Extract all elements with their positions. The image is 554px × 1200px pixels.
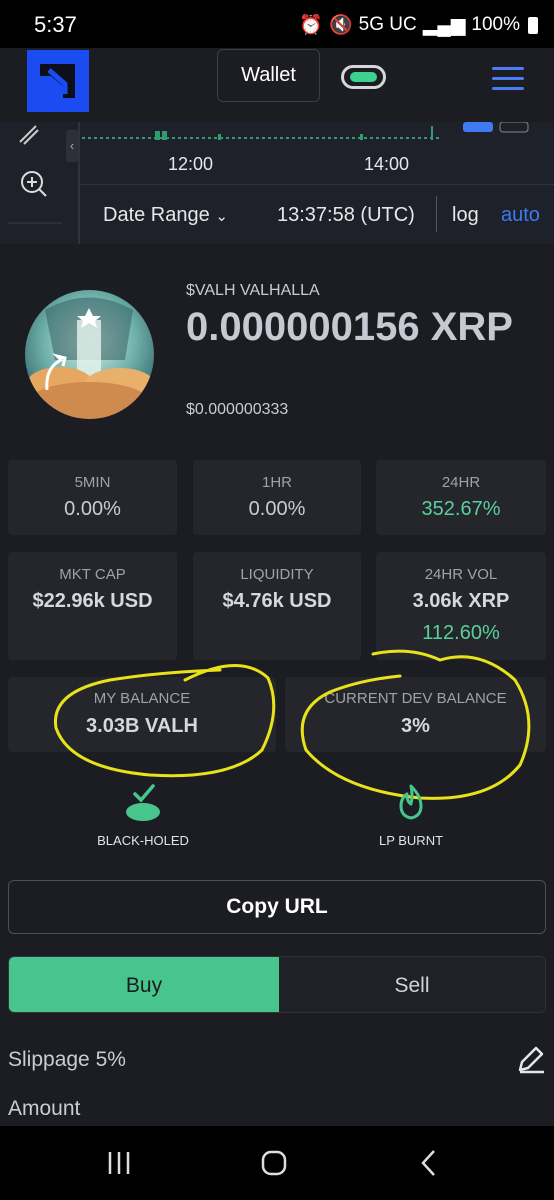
recent-apps-icon[interactable] xyxy=(104,1148,134,1178)
status-time: 5:37 xyxy=(34,12,77,37)
stat-value: $22.96k USD xyxy=(32,590,153,612)
stat-value: 0.00% xyxy=(64,498,121,520)
chart-timestamp: 13:37:58 (UTC) xyxy=(277,204,415,226)
network-label: 5G UC xyxy=(358,14,417,35)
theme-toggle[interactable] xyxy=(341,65,386,89)
stat-card-1hr: 1HR 0.00% xyxy=(193,460,361,535)
token-price: 0.000000156 XRP xyxy=(186,305,513,349)
stat-value: $4.76k USD xyxy=(222,590,332,612)
x-tick-label: 12:00 xyxy=(168,154,214,174)
toggle-knob xyxy=(350,72,377,82)
wallet-button[interactable]: Wallet xyxy=(217,49,320,102)
price-chart[interactable]: ‹ 12:00 14:00 Date Range ⌄ 13:37:58 (UTC… xyxy=(0,122,554,244)
chart-toolbar xyxy=(0,122,66,244)
check-disc-icon xyxy=(126,784,160,821)
back-icon[interactable] xyxy=(414,1148,444,1178)
app-logo[interactable] xyxy=(27,50,89,112)
badge-black-holed: BLACK-HOLED xyxy=(96,782,190,848)
volume-bars xyxy=(82,122,529,140)
stat-value: 352.67% xyxy=(421,498,501,520)
status-icons: ⏰ 🔇 5G UC ▂▄▆ 100% xyxy=(299,13,538,37)
flame-icon xyxy=(399,784,423,820)
chart-tool-icons xyxy=(8,125,62,224)
separator xyxy=(436,196,437,232)
stat-label: MKT CAP xyxy=(59,566,126,583)
highlight-annotations xyxy=(53,649,531,800)
x-tick-label: 14:00 xyxy=(364,154,410,174)
stat-value: 3.06k XRP xyxy=(412,590,510,612)
top-nav: Wallet xyxy=(0,48,554,122)
badge-label: LP BURNT xyxy=(378,833,444,848)
status-bar: 5:37 ⏰ 🔇 5G UC ▂▄▆ 100% xyxy=(0,0,554,48)
copy-url-button[interactable]: Copy URL xyxy=(8,880,546,934)
stat-value: 0.00% xyxy=(248,498,306,520)
logo-icon xyxy=(40,64,75,98)
system-nav-bar xyxy=(0,1126,554,1200)
battery-label: 100% xyxy=(471,14,520,35)
date-range-selector[interactable]: Date Range ⌄ xyxy=(103,204,228,227)
signal-icon: ▂▄▆ xyxy=(422,14,466,36)
token-name: $VALH VALHALLA xyxy=(186,282,320,299)
sell-tab[interactable]: Sell xyxy=(279,957,545,1012)
alarm-icon: ⏰ xyxy=(299,15,323,36)
stat-label: 24HR xyxy=(441,474,481,491)
chart-sidebar-collapse-button[interactable]: ‹ xyxy=(66,130,78,162)
badge-lp-burnt: LP BURNT xyxy=(366,782,456,848)
token-price-usd: $0.000000333 xyxy=(186,401,289,418)
home-icon[interactable] xyxy=(259,1148,289,1178)
buy-tab[interactable]: Buy xyxy=(9,957,279,1012)
token-avatar xyxy=(25,290,154,419)
stat-card-24hr: 24HR 352.67% xyxy=(376,460,546,535)
log-scale-button[interactable]: log xyxy=(452,204,479,227)
mute-icon: 🔇 xyxy=(328,15,353,36)
stat-label: 1HR xyxy=(261,474,292,491)
ruler-icon xyxy=(19,125,39,145)
stat-label: 5MIN xyxy=(74,474,111,491)
hamburger-menu-icon[interactable] xyxy=(492,67,524,91)
edit-pencil-icon[interactable] xyxy=(516,1044,546,1074)
date-range-label: Date Range xyxy=(103,204,210,226)
slippage-label: Slippage 5% xyxy=(8,1048,126,1071)
battery-icon xyxy=(528,16,538,34)
stat-label: LIQUIDITY xyxy=(240,566,314,583)
stat-label: 24HR VOL xyxy=(424,566,498,583)
auto-scale-button[interactable]: auto xyxy=(501,204,540,227)
stat-card-5min: 5MIN 0.00% xyxy=(8,460,177,535)
trade-toggle: Buy Sell xyxy=(8,956,546,1013)
amount-label: Amount xyxy=(8,1097,81,1120)
chart-hdivider xyxy=(80,184,554,185)
chevron-down-icon: ⌄ xyxy=(215,208,228,225)
badge-label: BLACK-HOLED xyxy=(97,833,189,848)
zoom-in-icon xyxy=(21,171,47,197)
token-image xyxy=(25,290,154,419)
